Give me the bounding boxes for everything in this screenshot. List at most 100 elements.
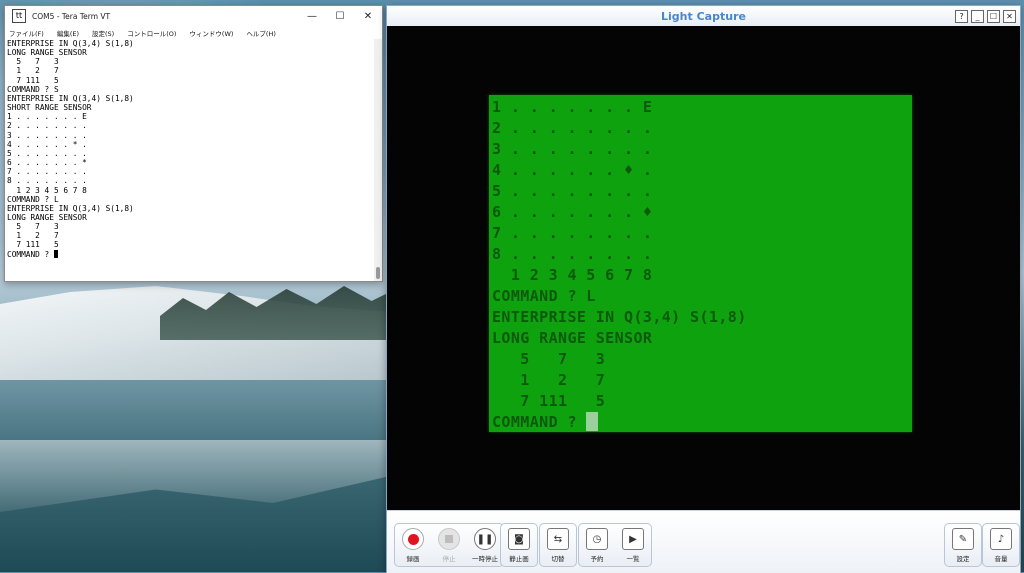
play-list-icon: ▶ — [622, 528, 644, 550]
pause-button[interactable]: ❚❚ 一時停止 — [467, 524, 503, 566]
terminal-line: COMMAND ? S — [7, 84, 59, 94]
teraterm-titlebar[interactable]: tt COM5 - Tera Term VT — ☐ ✕ — [5, 6, 382, 26]
maximize-button[interactable]: ☐ — [987, 10, 1000, 23]
terminal-line: 1 2 3 4 5 6 7 8 — [7, 185, 87, 195]
captured-crt-screen: 1 . . . . . . . E 2 . . . . . . . . 3 . … — [489, 95, 912, 432]
menu-control[interactable]: コントロール(O) — [127, 28, 176, 38]
crt-line: 5 . . . . . . . . — [492, 182, 653, 200]
record-button[interactable]: 録画 — [395, 524, 431, 566]
crt-line: 1 2 3 4 5 6 7 8 — [492, 266, 653, 284]
switch-arrows-icon: ⇆ — [547, 528, 569, 550]
maximize-button[interactable]: ☐ — [326, 6, 354, 26]
volume-button[interactable]: ♪ 音量 — [983, 524, 1019, 566]
terminal-line: SHORT RANGE SENSOR — [7, 103, 92, 113]
menu-edit[interactable]: 編集(E) — [57, 28, 79, 38]
menu-setup[interactable]: 設定(S) — [92, 28, 114, 38]
volume-controls: ♪ 音量 — [982, 523, 1020, 567]
terminal-output: ENTERPRISE IN Q(3,4) S(1,8) LONG RANGE S… — [5, 39, 374, 259]
terminal-line: 2 . . . . . . . . — [7, 121, 87, 131]
crt-line: 6 . . . . . . . ♦ — [492, 203, 653, 221]
lightcapture-window[interactable]: Light Capture ? _ ☐ ✕ 1 . . . . . . . E … — [386, 5, 1021, 573]
crt-line: 1 . . . . . . . E — [492, 98, 653, 116]
crt-text: 1 . . . . . . . E 2 . . . . . . . . 3 . … — [492, 97, 747, 432]
terminal-line: LONG RANGE SENSOR — [7, 212, 87, 222]
video-preview[interactable]: 1 . . . . . . . E 2 . . . . . . . . 3 . … — [387, 26, 1020, 510]
menu-window[interactable]: ウィンドウ(W) — [189, 28, 233, 38]
settings-button[interactable]: ✎ 設定 — [945, 524, 981, 566]
teraterm-scrollbar[interactable] — [374, 39, 382, 281]
pause-label: 一時停止 — [472, 555, 498, 563]
switch-label: 切替 — [551, 555, 565, 563]
snapshot-label: 静止画 — [509, 555, 529, 563]
crt-line: 5 7 3 — [492, 350, 606, 368]
close-button[interactable]: ✕ — [354, 6, 382, 26]
list-label: 一覧 — [626, 555, 640, 563]
stop-icon — [438, 528, 460, 550]
terminal-line: 6 . . . . . . . * — [7, 158, 87, 168]
teraterm-menubar: ファイル(F) 編集(E) 設定(S) コントロール(O) ウィンドウ(W) ヘ… — [5, 26, 382, 40]
stop-button[interactable]: 停止 — [431, 524, 467, 566]
schedule-button[interactable]: ◷ 予約 — [579, 524, 615, 566]
lightcapture-window-controls: ? _ ☐ ✕ — [955, 10, 1016, 23]
camera-icon: ◙ — [508, 528, 530, 550]
terminal-line: ENTERPRISE IN Q(3,4) S(1,8) — [7, 39, 134, 48]
minimize-button[interactable]: _ — [971, 10, 984, 23]
switch-button[interactable]: ⇆ 切替 — [540, 524, 576, 566]
wrench-icon: ✎ — [952, 528, 974, 550]
clock-icon: ◷ — [586, 528, 608, 550]
terminal-line: 1 2 7 — [7, 231, 59, 241]
terminal-line: 5 . . . . . . . . — [7, 148, 87, 158]
help-button[interactable]: ? — [955, 10, 968, 23]
terminal-line: 7 111 5 — [7, 75, 59, 85]
crt-line: 2 . . . . . . . . — [492, 119, 653, 137]
crt-line: 7 . . . . . . . . — [492, 224, 653, 242]
lightcapture-titlebar[interactable]: Light Capture ? _ ☐ ✕ — [387, 6, 1020, 26]
snapshot-controls: ◙ 静止画 — [500, 523, 538, 567]
crt-line: 3 . . . . . . . . — [492, 140, 653, 158]
terminal-line: ENTERPRISE IN Q(3,4) S(1,8) — [7, 203, 134, 213]
list-button[interactable]: ▶ 一覧 — [615, 524, 651, 566]
terminal-line: COMMAND ? L — [7, 194, 59, 204]
close-button[interactable]: ✕ — [1003, 10, 1016, 23]
terminal-line: 3 . . . . . . . . — [7, 130, 87, 140]
crt-prompt: COMMAND ? — [492, 413, 587, 431]
speaker-icon: ♪ — [990, 528, 1012, 550]
terminal-line: 1 . . . . . . . E — [7, 112, 87, 122]
crt-line: 8 . . . . . . . . — [492, 245, 653, 263]
teraterm-title: COM5 - Tera Term VT — [32, 11, 111, 21]
teraterm-window[interactable]: tt COM5 - Tera Term VT — ☐ ✕ ファイル(F) 編集(… — [4, 5, 383, 282]
terminal-line: 7 111 5 — [7, 240, 59, 250]
teraterm-terminal[interactable]: ENTERPRISE IN Q(3,4) S(1,8) LONG RANGE S… — [5, 39, 374, 281]
settings-controls: ✎ 設定 — [944, 523, 982, 567]
snapshot-button[interactable]: ◙ 静止画 — [501, 524, 537, 566]
terminal-line: LONG RANGE SENSOR — [7, 48, 87, 58]
terminal-prompt: COMMAND ? — [7, 249, 54, 259]
terminal-line: 5 7 3 — [7, 57, 59, 67]
terminal-cursor — [53, 249, 58, 258]
crt-line: 4 . . . . . . ♦ . — [492, 161, 653, 179]
terminal-line: 8 . . . . . . . . — [7, 176, 87, 186]
crt-line: 7 111 5 — [492, 392, 606, 410]
stop-label: 停止 — [442, 555, 456, 563]
scrollbar-thumb[interactable] — [376, 267, 380, 279]
menu-help[interactable]: ヘルプ(H) — [246, 28, 275, 38]
switch-controls: ⇆ 切替 — [539, 523, 577, 567]
schedule-label: 予約 — [590, 555, 604, 563]
terminal-line: 5 7 3 — [7, 222, 59, 232]
menu-file[interactable]: ファイル(F) — [9, 28, 44, 38]
terminal-line: 1 2 7 — [7, 66, 59, 76]
teraterm-app-icon: tt — [12, 9, 26, 23]
pause-icon: ❚❚ — [474, 528, 496, 550]
schedule-controls: ◷ 予約 ▶ 一覧 — [578, 523, 652, 567]
terminal-line: 7 . . . . . . . . — [7, 167, 87, 177]
settings-label: 設定 — [956, 555, 970, 563]
crt-line: 1 2 7 — [492, 371, 606, 389]
terminal-line: 4 . . . . . . * . — [7, 139, 87, 149]
crt-line: ENTERPRISE IN Q(3,4) S(1,8) — [492, 308, 747, 326]
crt-line: LONG RANGE SENSOR — [492, 329, 653, 347]
volume-label: 音量 — [994, 555, 1008, 563]
minimize-button[interactable]: — — [298, 6, 326, 26]
lightcapture-title: Light Capture — [661, 9, 746, 23]
terminal-line: ENTERPRISE IN Q(3,4) S(1,8) — [7, 93, 134, 103]
record-icon — [402, 528, 424, 550]
